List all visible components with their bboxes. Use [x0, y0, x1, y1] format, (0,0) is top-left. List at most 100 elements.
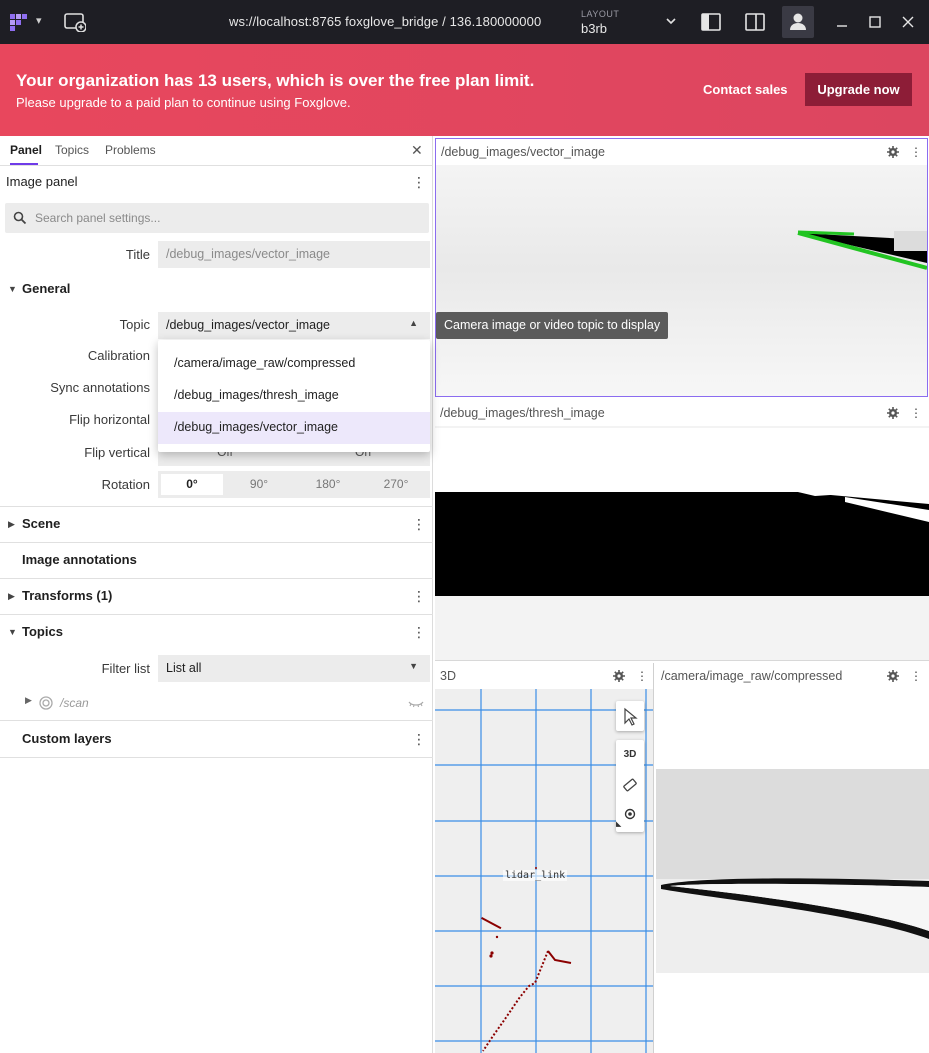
settings-gear-icon[interactable]	[887, 146, 899, 158]
settings-gear-icon[interactable]	[613, 670, 625, 682]
section-transforms-label: Transforms (1)	[22, 588, 113, 603]
vector-image-panel[interactable]: /debug_images/vector_image ⋮	[435, 138, 928, 397]
tab-panel[interactable]: Panel	[10, 143, 42, 157]
rotation-selector[interactable]: 0° 90° 180° 270°	[158, 471, 430, 498]
camera-image-view	[656, 691, 929, 1053]
rotation-180[interactable]: 180°	[297, 477, 359, 491]
sidebar-tabs: Panel Topics Problems ✕	[0, 136, 433, 166]
section-scene-label: Scene	[22, 516, 61, 531]
scan-icon	[39, 696, 53, 710]
rotation-label: Rotation	[101, 477, 150, 492]
chevron-down-icon[interactable]: ▾	[36, 14, 42, 27]
plan-limit-banner: Your organization has 13 users, which is…	[0, 44, 929, 136]
banner-title: Your organization has 13 users, which is…	[16, 71, 535, 90]
title-field[interactable]: /debug_images/vector_image	[158, 241, 430, 268]
3d-view-toolbar: 3D ◣	[616, 740, 644, 832]
layout-name[interactable]: b3rb	[581, 21, 607, 36]
panel-menu-icon[interactable]: ⋮	[636, 669, 648, 683]
scene-menu-icon[interactable]: ⋮	[412, 517, 426, 531]
3d-view-toggle[interactable]: 3D	[616, 749, 644, 760]
frame-label: lidar_link	[503, 870, 568, 881]
layout-caption: LAYOUT	[581, 9, 620, 19]
right-sidebar-icon[interactable]	[744, 11, 766, 33]
publish-point-icon[interactable]	[624, 808, 636, 820]
chevron-down-icon: ▼	[409, 661, 418, 671]
ruler-icon[interactable]	[622, 777, 638, 793]
topic-dropdown-menu: /camera/image_raw/compressed /debug_imag…	[158, 340, 430, 452]
select-tool-button[interactable]	[616, 701, 644, 731]
divider	[0, 614, 433, 615]
rotation-90[interactable]: 90°	[228, 477, 290, 491]
search-icon	[13, 211, 27, 225]
minimize-icon[interactable]	[831, 11, 853, 33]
upgrade-now-button[interactable]: Upgrade now	[805, 73, 912, 106]
panel-menu-icon[interactable]: ⋮	[910, 669, 922, 683]
panel-menu-icon[interactable]: ⋮	[412, 175, 426, 189]
expand-arrow-icon[interactable]: ▶	[25, 695, 32, 706]
topic-tooltip: Camera image or video topic to display	[436, 312, 669, 339]
panel-title: /camera/image_raw/compressed	[661, 669, 843, 683]
divider	[0, 542, 433, 543]
panel-title: Image panel	[6, 174, 78, 189]
expand-arrow-icon: ▼	[8, 284, 17, 294]
topics-menu-icon[interactable]: ⋮	[412, 625, 426, 639]
flip-vertical-label: Flip vertical	[84, 445, 150, 460]
divider	[0, 578, 433, 579]
expand-arrow-icon: ▼	[8, 627, 17, 637]
connection-info[interactable]: ws://localhost:8765 foxglove_bridge / 13…	[229, 14, 541, 29]
panel-header: /debug_images/thresh_image	[435, 400, 929, 426]
panel-menu-icon[interactable]: ⋮	[910, 406, 922, 420]
filter-list-select[interactable]: List all ▼	[158, 655, 430, 682]
settings-gear-icon[interactable]	[887, 670, 899, 682]
settings-gear-icon[interactable]	[887, 407, 899, 419]
foxglove-logo-icon[interactable]	[8, 12, 30, 32]
topic-label: Topic	[119, 317, 150, 332]
section-custom-layers-label: Custom layers	[22, 731, 112, 746]
filter-list-label: Filter list	[101, 661, 150, 676]
camera-image-panel[interactable]: /camera/image_raw/compressed ⋮	[656, 663, 929, 1053]
tab-problems[interactable]: Problems	[105, 143, 156, 157]
chevron-down-icon[interactable]	[664, 14, 678, 28]
close-icon[interactable]: ✕	[411, 142, 423, 159]
sync-annotations-label: Sync annotations	[50, 380, 150, 395]
panel-title: 3D	[440, 669, 456, 683]
active-tab-indicator	[10, 163, 38, 165]
thresh-image-view	[435, 492, 929, 596]
divider	[0, 757, 433, 758]
filter-list-value: List all	[166, 661, 202, 675]
rotation-270[interactable]: 270°	[365, 477, 427, 491]
banner-subtitle: Please upgrade to a paid plan to continu…	[16, 95, 351, 110]
close-window-icon[interactable]	[897, 11, 919, 33]
contact-sales-button[interactable]: Contact sales	[703, 82, 788, 97]
topic-row-scan[interactable]: ▶ /scan	[0, 692, 433, 714]
scan-topic-name: /scan	[60, 696, 89, 710]
search-input[interactable]: Search panel settings...	[5, 203, 429, 233]
panel-menu-icon[interactable]: ⋮	[910, 145, 922, 159]
expand-arrow-icon: ▶	[8, 519, 15, 529]
divider	[0, 506, 433, 507]
chevron-up-icon: ▲	[409, 318, 418, 328]
panel-title: /debug_images/thresh_image	[440, 406, 605, 420]
topic-select[interactable]: /debug_images/vector_image ▲	[158, 312, 430, 339]
expand-arrow-icon: ▶	[8, 591, 15, 601]
custom-layers-menu-icon[interactable]: ⋮	[412, 732, 426, 746]
thresh-image-top	[435, 428, 929, 495]
thresh-image-panel[interactable]: /debug_images/thresh_image ⋮	[435, 400, 929, 661]
visibility-off-icon[interactable]	[408, 699, 424, 709]
maximize-icon[interactable]	[864, 11, 886, 33]
camera-image-content	[656, 769, 929, 973]
transforms-menu-icon[interactable]: ⋮	[412, 589, 426, 603]
section-topics-label: Topics	[22, 624, 63, 639]
dropdown-option[interactable]: /debug_images/thresh_image	[158, 380, 430, 412]
dropdown-option[interactable]: /camera/image_raw/compressed	[158, 348, 430, 380]
user-avatar[interactable]	[782, 6, 814, 38]
rotation-0[interactable]: 0°	[161, 474, 223, 495]
search-placeholder: Search panel settings...	[35, 211, 161, 225]
left-sidebar-icon[interactable]	[700, 11, 722, 33]
dropdown-option-selected[interactable]: /debug_images/vector_image	[158, 412, 430, 444]
panel-title: /debug_images/vector_image	[441, 145, 605, 159]
divider	[0, 720, 433, 721]
add-panel-icon[interactable]	[64, 12, 86, 32]
tab-topics[interactable]: Topics	[55, 143, 89, 157]
vector-image-lines	[797, 230, 927, 270]
